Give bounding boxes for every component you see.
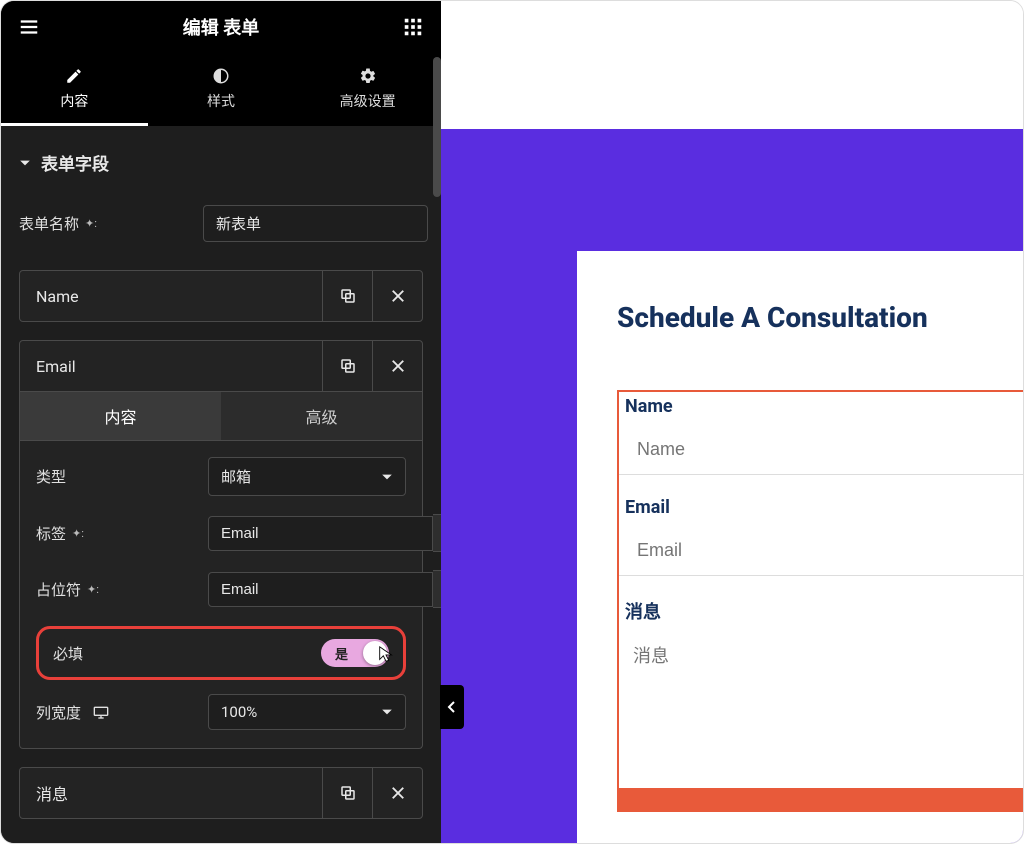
tab-style[interactable]: 样式 xyxy=(148,53,295,126)
form-name-input[interactable] xyxy=(203,205,428,242)
widgets-button[interactable] xyxy=(399,13,427,41)
field-item-label: Name xyxy=(20,287,322,306)
editor-panel: 编辑 表单 内容 样式 高级设置 表单字 xyxy=(1,1,441,843)
delete-button[interactable] xyxy=(372,271,422,321)
chevron-left-icon xyxy=(447,700,457,714)
field-item-name[interactable]: Name xyxy=(19,270,423,322)
caret-down-icon xyxy=(381,471,393,483)
subtab-content[interactable]: 内容 xyxy=(20,392,221,440)
tab-style-label: 样式 xyxy=(207,91,235,111)
copy-icon xyxy=(339,357,357,375)
required-toggle[interactable]: 是 xyxy=(321,639,389,667)
form-field-email: Email xyxy=(619,493,1023,576)
label-label: 标签 ✦: xyxy=(36,523,196,544)
panel-header: 编辑 表单 xyxy=(1,1,441,53)
close-icon xyxy=(389,357,407,375)
form-label-message: 消息 xyxy=(619,594,1023,632)
field-item-message[interactable]: 消息 xyxy=(19,767,423,819)
pencil-icon xyxy=(65,67,83,85)
form-card: Schedule A Consultation Name Email 消息 xyxy=(577,251,1023,843)
toggle-knob xyxy=(363,641,387,665)
caret-down-icon xyxy=(381,706,393,718)
close-icon xyxy=(389,784,407,802)
tab-content-label: 内容 xyxy=(60,91,88,111)
caret-down-icon xyxy=(19,157,31,169)
form-name-row: 表单名称 ✦: xyxy=(19,205,423,242)
form-field-message: 消息 xyxy=(619,594,1023,786)
form-field-name: Name xyxy=(619,392,1023,475)
delete-button[interactable] xyxy=(372,341,422,391)
toggle-label: 是 xyxy=(335,644,348,663)
tab-advanced-label: 高级设置 xyxy=(340,91,396,111)
duplicate-button[interactable] xyxy=(322,768,372,818)
ai-sparkle-icon: ✦: xyxy=(72,527,84,540)
section-form-fields[interactable]: 表单字段 xyxy=(19,150,423,175)
submit-button-partial[interactable] xyxy=(619,788,1023,810)
tab-advanced[interactable]: 高级设置 xyxy=(294,53,441,126)
panel-title: 编辑 表单 xyxy=(183,14,259,40)
required-label: 必填 xyxy=(53,643,83,664)
menu-button[interactable] xyxy=(15,13,43,41)
copy-icon xyxy=(339,287,357,305)
section-title: 表单字段 xyxy=(41,150,109,175)
required-row: 必填 是 xyxy=(36,626,406,680)
placeholder-input[interactable] xyxy=(208,572,433,607)
form-label-name: Name xyxy=(619,392,1023,425)
form-input-email[interactable] xyxy=(619,526,1023,576)
field-item-label: 消息 xyxy=(20,781,322,805)
desktop-icon[interactable] xyxy=(93,705,109,719)
field-item-list: Name Email xyxy=(19,270,423,819)
copy-icon xyxy=(339,784,357,802)
gear-icon xyxy=(359,67,377,85)
subtab-advanced[interactable]: 高级 xyxy=(221,392,422,440)
panel-tabs: 内容 样式 高级设置 xyxy=(1,53,441,126)
tab-content[interactable]: 内容 xyxy=(1,53,148,126)
dynamic-tag-button[interactable] xyxy=(433,570,441,608)
dynamic-tag-button[interactable] xyxy=(433,514,441,552)
form-textarea-message[interactable] xyxy=(619,632,1023,782)
panel-scrollbar[interactable] xyxy=(433,53,441,253)
close-icon xyxy=(389,287,407,305)
duplicate-button[interactable] xyxy=(322,271,372,321)
placeholder-label: 占位符 ✦: xyxy=(36,579,196,600)
form-label-email: Email xyxy=(619,493,1023,526)
field-subtabs: 内容 高级 xyxy=(20,392,422,441)
duplicate-button[interactable] xyxy=(322,341,372,391)
field-item-email[interactable]: Email xyxy=(19,340,423,392)
ai-sparkle-icon: ✦: xyxy=(85,217,97,230)
form-heading: Schedule A Consultation xyxy=(617,301,1023,334)
panel-body: 表单字段 表单名称 ✦: Name xyxy=(1,126,441,843)
type-label: 类型 xyxy=(36,466,196,487)
panel-collapse-button[interactable] xyxy=(440,685,464,729)
form-name-label: 表单名称 ✦: xyxy=(19,213,189,234)
field-item-label: Email xyxy=(20,357,322,376)
colwidth-select[interactable]: 100% xyxy=(208,694,406,730)
delete-button[interactable] xyxy=(372,768,422,818)
form-input-name[interactable] xyxy=(619,425,1023,475)
field-item-detail: 内容 高级 类型 邮箱 xyxy=(19,392,423,749)
preview-canvas: Schedule A Consultation Name Email 消息 xyxy=(441,1,1023,843)
contrast-icon xyxy=(212,67,230,85)
form-widget-selected[interactable]: Name Email 消息 xyxy=(617,390,1023,812)
colwidth-label: 列宽度 xyxy=(36,702,196,723)
ai-sparkle-icon: ✦: xyxy=(87,583,99,596)
type-select[interactable]: 邮箱 xyxy=(208,457,406,496)
label-input[interactable] xyxy=(208,516,433,551)
